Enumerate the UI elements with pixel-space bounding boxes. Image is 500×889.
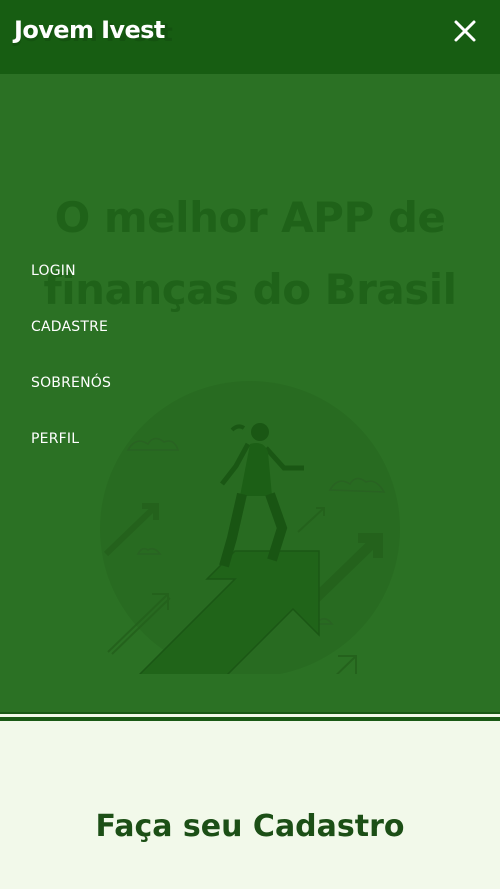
nav-menu: LOGIN CADASTRE SOBRENÓS PERFIL [31,262,111,486]
signup-section: Faça seu Cadastro [0,721,500,889]
nav-item-login[interactable]: LOGIN [31,262,111,318]
close-menu-button[interactable] [450,16,480,46]
menu-brand[interactable]: Jovem Ivest [14,16,165,44]
close-icon [454,20,476,42]
menu-overlay: Jovem Ivest LOGIN CADASTRE SOBRENÓS PERF… [0,0,500,712]
signup-title: Faça seu Cadastro [95,809,405,844]
nav-item-perfil[interactable]: PERFIL [31,430,111,486]
nav-item-sobrenos[interactable]: SOBRENÓS [31,374,111,430]
nav-item-cadastre[interactable]: CADASTRE [31,318,111,374]
